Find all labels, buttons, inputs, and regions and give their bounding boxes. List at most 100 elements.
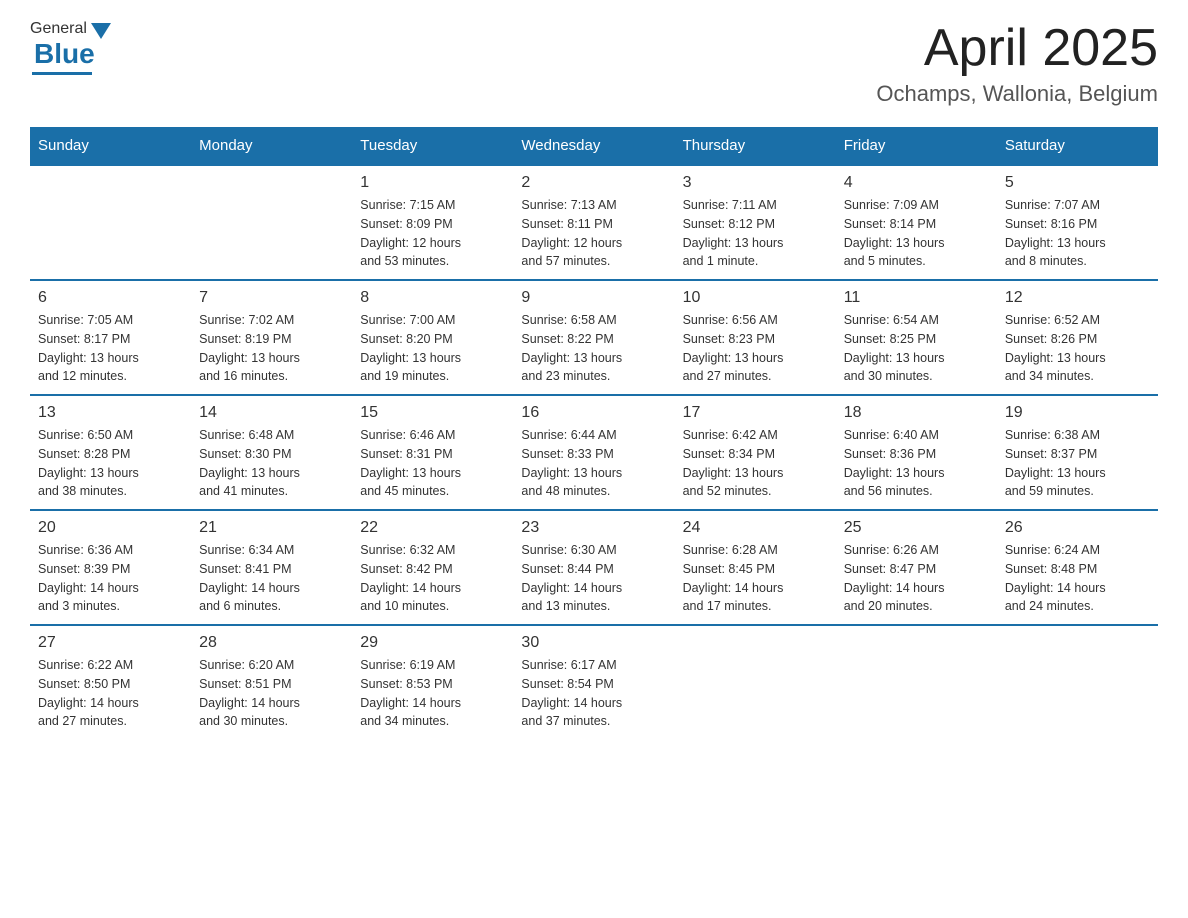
day-number: 26 <box>1005 519 1150 537</box>
page-header: General Blue April 2025 Ochamps, Walloni… <box>30 20 1158 107</box>
calendar-cell: 11 Sunrise: 6:54 AM Sunset: 8:25 PM Dayli… <box>836 280 997 395</box>
day-info: Sunrise: 6:19 AM Sunset: 8:53 PM Dayligh… <box>360 656 505 731</box>
day-number: 27 <box>38 634 183 652</box>
day-number: 9 <box>521 289 666 307</box>
calendar-week-row: 20Sunrise: 6:36 AM Sunset: 8:39 PM Dayli… <box>30 510 1158 625</box>
day-number: 10 <box>683 289 828 307</box>
calendar-cell: 6 Sunrise: 7:05 AM Sunset: 8:17 PM Daylig… <box>30 280 191 395</box>
day-info: Sunrise: 6:46 AM Sunset: 8:31 PM Dayligh… <box>360 426 505 501</box>
day-info: Sunrise: 6:30 AM Sunset: 8:44 PM Dayligh… <box>521 541 666 616</box>
weekday-header-tuesday: Tuesday <box>352 127 513 165</box>
day-info: Sunrise: 6:42 AM Sunset: 8:34 PM Dayligh… <box>683 426 828 501</box>
calendar-cell: 13 Sunrise: 6:50 AM Sunset: 8:28 PM Dayli… <box>30 395 191 510</box>
calendar-cell: 24 Sunrise: 6:28 AM Sunset: 8:45 PM Dayli… <box>675 510 836 625</box>
calendar-header-row: SundayMondayTuesdayWednesdayThursdayFrid… <box>30 127 1158 165</box>
calendar-cell: 17 Sunrise: 6:42 AM Sunset: 8:34 PM Dayli… <box>675 395 836 510</box>
calendar-table: SundayMondayTuesdayWednesdayThursdayFrid… <box>30 127 1158 739</box>
title-section: April 2025 Ochamps, Wallonia, Belgium <box>876 20 1158 107</box>
day-info: Sunrise: 6:56 AM Sunset: 8:23 PM Dayligh… <box>683 311 828 386</box>
day-number: 23 <box>521 519 666 537</box>
day-info: Sunrise: 7:15 AM Sunset: 8:09 PM Dayligh… <box>360 196 505 271</box>
calendar-cell: 7 Sunrise: 7:02 AM Sunset: 8:19 PM Daylig… <box>191 280 352 395</box>
day-info: Sunrise: 6:20 AM Sunset: 8:51 PM Dayligh… <box>199 656 344 731</box>
day-number: 15 <box>360 404 505 422</box>
day-number: 1 <box>360 174 505 192</box>
weekday-header-saturday: Saturday <box>997 127 1158 165</box>
day-info: Sunrise: 6:34 AM Sunset: 8:41 PM Dayligh… <box>199 541 344 616</box>
logo-triangle-icon <box>91 23 111 39</box>
day-info: Sunrise: 6:40 AM Sunset: 8:36 PM Dayligh… <box>844 426 989 501</box>
day-number: 19 <box>1005 404 1150 422</box>
day-info: Sunrise: 6:32 AM Sunset: 8:42 PM Dayligh… <box>360 541 505 616</box>
day-number: 20 <box>38 519 183 537</box>
calendar-cell <box>836 625 997 739</box>
calendar-cell: 2 Sunrise: 7:13 AM Sunset: 8:11 PM Daylig… <box>513 165 674 280</box>
calendar-cell: 26 Sunrise: 6:24 AM Sunset: 8:48 PM Dayli… <box>997 510 1158 625</box>
day-number: 16 <box>521 404 666 422</box>
calendar-cell: 5Sunrise: 7:07 AM Sunset: 8:16 PM Daylig… <box>997 165 1158 280</box>
day-info: Sunrise: 7:11 AM Sunset: 8:12 PM Dayligh… <box>683 196 828 271</box>
day-number: 13 <box>38 404 183 422</box>
day-number: 22 <box>360 519 505 537</box>
weekday-header-wednesday: Wednesday <box>513 127 674 165</box>
calendar-cell: 8 Sunrise: 7:00 AM Sunset: 8:20 PM Daylig… <box>352 280 513 395</box>
day-number: 17 <box>683 404 828 422</box>
day-info: Sunrise: 6:58 AM Sunset: 8:22 PM Dayligh… <box>521 311 666 386</box>
calendar-week-row: 1 Sunrise: 7:15 AM Sunset: 8:09 PM Daylig… <box>30 165 1158 280</box>
day-number: 18 <box>844 404 989 422</box>
calendar-cell: 21 Sunrise: 6:34 AM Sunset: 8:41 PM Dayli… <box>191 510 352 625</box>
calendar-week-row: 13 Sunrise: 6:50 AM Sunset: 8:28 PM Dayli… <box>30 395 1158 510</box>
day-number: 4 <box>844 174 989 192</box>
calendar-cell <box>30 165 191 280</box>
weekday-header-friday: Friday <box>836 127 997 165</box>
day-number: 12 <box>1005 289 1150 307</box>
day-number: 2 <box>521 174 666 192</box>
calendar-cell: 22 Sunrise: 6:32 AM Sunset: 8:42 PM Dayli… <box>352 510 513 625</box>
calendar-cell: 4 Sunrise: 7:09 AM Sunset: 8:14 PM Daylig… <box>836 165 997 280</box>
calendar-cell: 14 Sunrise: 6:48 AM Sunset: 8:30 PM Dayli… <box>191 395 352 510</box>
weekday-header-thursday: Thursday <box>675 127 836 165</box>
day-info: Sunrise: 6:54 AM Sunset: 8:25 PM Dayligh… <box>844 311 989 386</box>
day-info: Sunrise: 6:44 AM Sunset: 8:33 PM Dayligh… <box>521 426 666 501</box>
day-number: 21 <box>199 519 344 537</box>
day-info: Sunrise: 6:22 AM Sunset: 8:50 PM Dayligh… <box>38 656 183 731</box>
day-info: Sunrise: 6:28 AM Sunset: 8:45 PM Dayligh… <box>683 541 828 616</box>
calendar-cell: 15 Sunrise: 6:46 AM Sunset: 8:31 PM Dayli… <box>352 395 513 510</box>
calendar-cell: 30 Sunrise: 6:17 AM Sunset: 8:54 PM Dayli… <box>513 625 674 739</box>
calendar-cell: 23 Sunrise: 6:30 AM Sunset: 8:44 PM Dayli… <box>513 510 674 625</box>
day-info: Sunrise: 6:50 AM Sunset: 8:28 PM Dayligh… <box>38 426 183 501</box>
calendar-cell: 25Sunrise: 6:26 AM Sunset: 8:47 PM Dayli… <box>836 510 997 625</box>
calendar-cell: 29Sunrise: 6:19 AM Sunset: 8:53 PM Dayli… <box>352 625 513 739</box>
page-title: April 2025 <box>876 20 1158 77</box>
calendar-week-row: 6 Sunrise: 7:05 AM Sunset: 8:17 PM Daylig… <box>30 280 1158 395</box>
day-info: Sunrise: 6:52 AM Sunset: 8:26 PM Dayligh… <box>1005 311 1150 386</box>
day-number: 24 <box>683 519 828 537</box>
day-number: 11 <box>844 289 989 307</box>
day-info: Sunrise: 7:00 AM Sunset: 8:20 PM Dayligh… <box>360 311 505 386</box>
logo-blue-text: Blue <box>34 38 95 69</box>
day-number: 8 <box>360 289 505 307</box>
day-info: Sunrise: 7:07 AM Sunset: 8:16 PM Dayligh… <box>1005 196 1150 271</box>
calendar-cell: 9 Sunrise: 6:58 AM Sunset: 8:22 PM Daylig… <box>513 280 674 395</box>
day-number: 30 <box>521 634 666 652</box>
day-info: Sunrise: 7:02 AM Sunset: 8:19 PM Dayligh… <box>199 311 344 386</box>
day-number: 7 <box>199 289 344 307</box>
day-info: Sunrise: 7:05 AM Sunset: 8:17 PM Dayligh… <box>38 311 183 386</box>
calendar-cell: 10 Sunrise: 6:56 AM Sunset: 8:23 PM Dayli… <box>675 280 836 395</box>
day-info: Sunrise: 6:17 AM Sunset: 8:54 PM Dayligh… <box>521 656 666 731</box>
logo: General Blue <box>30 20 111 75</box>
day-info: Sunrise: 6:48 AM Sunset: 8:30 PM Dayligh… <box>199 426 344 501</box>
logo-general-text: General <box>30 20 87 38</box>
day-info: Sunrise: 7:13 AM Sunset: 8:11 PM Dayligh… <box>521 196 666 271</box>
day-info: Sunrise: 6:26 AM Sunset: 8:47 PM Dayligh… <box>844 541 989 616</box>
day-info: Sunrise: 7:09 AM Sunset: 8:14 PM Dayligh… <box>844 196 989 271</box>
calendar-cell: 27 Sunrise: 6:22 AM Sunset: 8:50 PM Dayli… <box>30 625 191 739</box>
calendar-cell: 3Sunrise: 7:11 AM Sunset: 8:12 PM Daylig… <box>675 165 836 280</box>
page-subtitle: Ochamps, Wallonia, Belgium <box>876 81 1158 107</box>
calendar-cell <box>675 625 836 739</box>
calendar-week-row: 27 Sunrise: 6:22 AM Sunset: 8:50 PM Dayli… <box>30 625 1158 739</box>
day-info: Sunrise: 6:24 AM Sunset: 8:48 PM Dayligh… <box>1005 541 1150 616</box>
day-number: 14 <box>199 404 344 422</box>
day-info: Sunrise: 6:38 AM Sunset: 8:37 PM Dayligh… <box>1005 426 1150 501</box>
day-number: 6 <box>38 289 183 307</box>
